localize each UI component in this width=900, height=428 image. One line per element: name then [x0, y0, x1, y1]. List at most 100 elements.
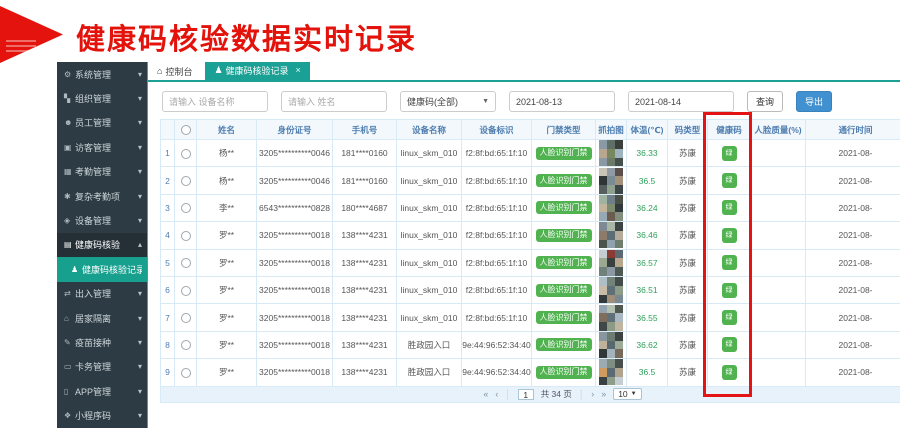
qr-code-icon: ❖	[64, 411, 75, 420]
row-checkbox[interactable]	[181, 149, 191, 159]
cell-pass-time: 2021-08-	[806, 167, 900, 194]
device-name-input[interactable]	[162, 91, 268, 112]
access-type-badge: 人脸识别门禁	[536, 229, 592, 242]
access-type-badge: 人脸识别门禁	[536, 147, 592, 160]
cell-id-number: 3205**********0018	[257, 331, 333, 358]
cell-device-mac: f2:8f:bd:65:1f:10	[462, 304, 532, 331]
chevron-down-icon: ▼	[631, 391, 637, 397]
cell-temperature: 36.5	[627, 167, 668, 194]
sidebar-item-person[interactable]: ♟健康码核验记录	[57, 257, 147, 281]
cell-id-number: 3205**********0018	[257, 249, 333, 276]
date-to-input[interactable]: 2021-08-14	[628, 91, 734, 112]
sidebar-item-exchange[interactable]: ⇄出入管理▾	[57, 282, 147, 306]
sidebar-item-mobile[interactable]: ▯APP管理▾	[57, 379, 147, 403]
access-type-badge: 人脸识别门禁	[536, 201, 592, 214]
sidebar-item-label: 访客管理	[75, 141, 138, 154]
tab-console[interactable]: ⌂ 控制台	[148, 62, 201, 80]
sidebar-item-attendance-table[interactable]: ▦考勤管理▾	[57, 160, 147, 184]
export-button[interactable]: 导出	[796, 91, 832, 112]
last-page-icon[interactable]: »	[601, 389, 606, 399]
access-type-badge: 人脸识别门禁	[536, 338, 592, 351]
row-checkbox[interactable]	[181, 286, 191, 296]
close-icon[interactable]: ×	[296, 65, 301, 75]
access-type-badge: 人脸识别门禁	[536, 174, 592, 187]
table-row: 3李**6543**********0828180****4687linux_s…	[161, 194, 900, 221]
cell-face-quality	[751, 194, 806, 221]
filter-bar: 健康码(全部) ▼ 2021-08-13 2021-08-14 查询 导出	[162, 91, 900, 112]
current-page-input[interactable]: 1	[518, 389, 534, 400]
health-code-select[interactable]: 健康码(全部) ▼	[400, 91, 496, 112]
sidebar-item-sitemap[interactable]: ▚组织管理▾	[57, 86, 147, 110]
query-button[interactable]: 查询	[747, 91, 783, 112]
row-number: 8	[161, 331, 175, 358]
row-checkbox[interactable]	[181, 231, 191, 241]
column-header: 设备标识	[462, 120, 532, 140]
access-type-badge: 人脸识别门禁	[536, 311, 592, 324]
row-checkbox[interactable]	[181, 313, 191, 323]
pagination-bar: « ‹ │ 1 共 34 页 │ › » 10 ▼	[160, 387, 900, 403]
column-header: 健康码	[708, 120, 751, 140]
health-code-badge: 绿	[722, 337, 737, 352]
cell-device-mac: f2:8f:bd:65:1f:10	[462, 140, 532, 167]
access-type-badge: 人脸识别门禁	[536, 256, 592, 269]
sidebar-item-visitor-badge[interactable]: ▣访客管理▾	[57, 135, 147, 159]
person-name-input[interactable]	[281, 91, 387, 112]
row-number: 4	[161, 222, 175, 249]
sidebar-item-health-code[interactable]: ▤健康码核验▴	[57, 233, 147, 257]
card-icon: ▭	[64, 362, 75, 371]
chevron-down-icon: ▾	[138, 118, 142, 127]
cell-pass-time: 2021-08-	[806, 222, 900, 249]
chevron-down-icon: ▾	[138, 314, 142, 323]
table-row: 6罗**3205**********0018138****4231linux_s…	[161, 276, 900, 303]
cell-phone: 180****4687	[333, 194, 397, 221]
date-from-input[interactable]: 2021-08-13	[509, 91, 615, 112]
cell-id-number: 3205**********0046	[257, 167, 333, 194]
table-row: 2杨**3205**********0046181****0160linux_s…	[161, 167, 900, 194]
cell-name: 罗**	[197, 249, 257, 276]
chevron-down-icon: ▾	[138, 167, 142, 176]
sidebar-item-label: 居家隔离	[75, 312, 138, 325]
column-header: 抓拍图	[596, 120, 627, 140]
table-row: 4罗**3205**********0018138****4231linux_s…	[161, 222, 900, 249]
cell-phone: 138****4231	[333, 276, 397, 303]
health-code-badge: 绿	[722, 228, 737, 243]
sidebar-item-gear[interactable]: ⚙系统管理▾	[57, 62, 147, 86]
select-all-checkbox[interactable]	[181, 125, 191, 135]
row-checkbox[interactable]	[181, 368, 191, 378]
capture-photo	[599, 222, 623, 248]
sidebar-item-syringe[interactable]: ✎疫苗接种▾	[57, 330, 147, 354]
column-header: 通行时间	[806, 120, 900, 140]
table-row: 9罗**3205**********0018138****4231胜政园入口9e…	[161, 359, 900, 386]
cell-id-number: 3205**********0018	[257, 359, 333, 386]
cell-face-quality	[751, 276, 806, 303]
next-page-icon[interactable]: ›	[591, 389, 594, 399]
row-checkbox[interactable]	[181, 258, 191, 268]
row-checkbox[interactable]	[181, 340, 191, 350]
row-number: 5	[161, 249, 175, 276]
capture-photo	[599, 359, 623, 385]
cell-phone: 138****4231	[333, 359, 397, 386]
row-checkbox[interactable]	[181, 203, 191, 213]
first-page-icon[interactable]: «	[483, 389, 488, 399]
cell-id-number: 6543**********0828	[257, 194, 333, 221]
cell-name: 李**	[197, 194, 257, 221]
chevron-down-icon: ▾	[138, 411, 142, 420]
sidebar-item-qr-code[interactable]: ❖小程序码▾	[57, 403, 147, 427]
sidebar-item-card[interactable]: ▭卡务管理▾	[57, 355, 147, 379]
sidebar-item-users[interactable]: ☻员工管理▾	[57, 111, 147, 135]
health-code-badge: 绿	[722, 173, 737, 188]
cell-phone: 138****4231	[333, 249, 397, 276]
cell-temperature: 36.51	[627, 276, 668, 303]
sidebar-item-device-lock[interactable]: ◈设备管理▾	[57, 208, 147, 232]
health-code-badge: 绿	[722, 283, 737, 298]
page-size-select[interactable]: 10 ▼	[613, 388, 641, 400]
row-checkbox[interactable]	[181, 176, 191, 186]
tab-health-record[interactable]: ♟ 健康码核验记录 ×	[205, 62, 309, 80]
cell-temperature: 36.55	[627, 304, 668, 331]
prev-page-icon[interactable]: ‹	[495, 389, 498, 399]
table-header-row: 姓名身份证号手机号设备名称设备标识门禁类型抓拍图体温(℃)码类型健康码人脸质量(…	[161, 120, 900, 140]
cell-face-quality	[751, 140, 806, 167]
sidebar-item-settings-items[interactable]: ✱复杂考勤项▾	[57, 184, 147, 208]
capture-photo	[599, 140, 623, 166]
sidebar-item-home[interactable]: ⌂居家隔离▾	[57, 306, 147, 330]
